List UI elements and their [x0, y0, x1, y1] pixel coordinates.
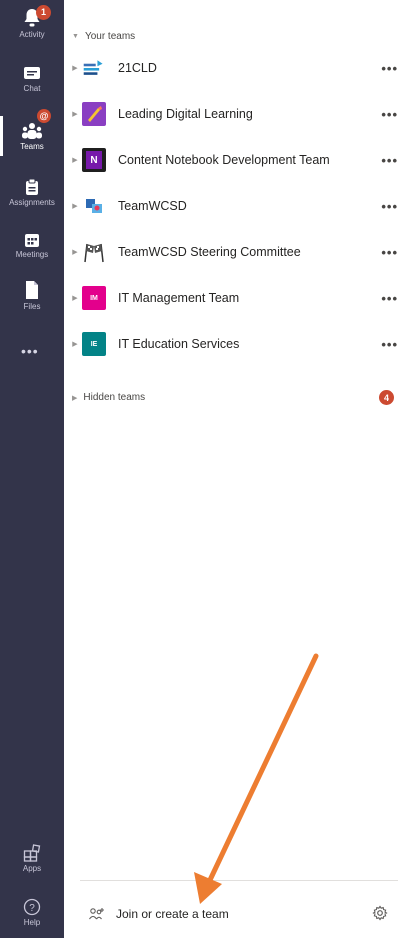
- team-row-leading-digital-learning[interactable]: ▶ Leading Digital Learning •••: [68, 97, 398, 131]
- team-row-teamwcsd[interactable]: ▶ TeamWCSD •••: [68, 189, 398, 223]
- team-row-teamwcsd-steering[interactable]: ▶ TeamWCSD Steering Committee •••: [68, 235, 398, 269]
- onenote-icon: N: [82, 148, 106, 172]
- rail-label: Activity: [19, 30, 45, 39]
- rail-item-files[interactable]: Files: [0, 280, 64, 312]
- chevron-right-icon: ▶: [72, 203, 78, 210]
- teams-footer: Join or create a team: [80, 880, 398, 939]
- file-icon: [26, 281, 38, 299]
- rail-label: Assignments: [9, 198, 55, 207]
- notification-badge: 1: [36, 5, 51, 20]
- team-logo-icon: [82, 56, 106, 80]
- calendar-icon: [25, 234, 39, 247]
- rail-item-activity[interactable]: Activity 1: [0, 5, 64, 40]
- more-options-button[interactable]: •••: [372, 199, 398, 214]
- chevron-right-icon: ▶: [72, 65, 78, 72]
- more-options-button[interactable]: •••: [372, 107, 398, 122]
- rail-item-chat[interactable]: Chat: [0, 66, 64, 94]
- team-name: IT Management Team: [118, 291, 240, 305]
- team-row-content-notebook[interactable]: ▶ N Content Notebook Development Team ••…: [68, 143, 398, 177]
- mention-badge: @: [37, 109, 51, 123]
- svg-text:?: ?: [29, 903, 35, 914]
- team-name: 21CLD: [118, 61, 157, 75]
- assignments-icon: [26, 178, 38, 195]
- rail-item-meetings[interactable]: Meetings: [0, 232, 64, 260]
- join-or-create-team-button[interactable]: Join or create a team: [88, 907, 229, 921]
- hidden-teams-count-badge: 4: [379, 390, 394, 405]
- chevron-right-icon: ▶: [72, 341, 78, 348]
- chevron-right-icon: ▶: [72, 394, 78, 402]
- team-name: IT Education Services: [118, 337, 240, 351]
- more-options-button[interactable]: •••: [372, 61, 398, 76]
- rail-item-help[interactable]: ? Help: [0, 898, 64, 928]
- team-avatar: IE: [82, 332, 106, 356]
- team-row-it-education[interactable]: ▶ IE IT Education Services •••: [68, 327, 398, 361]
- rail-item-apps[interactable]: Apps: [0, 844, 64, 874]
- team-logo-icon: [82, 102, 106, 126]
- rail-item-teams[interactable]: Teams @: [0, 109, 64, 156]
- hidden-teams-header[interactable]: ▶ Hidden teams: [72, 392, 145, 403]
- onenote-letter: N: [86, 151, 102, 169]
- more-apps-button[interactable]: •••: [21, 343, 39, 359]
- apps-icon: [23, 844, 41, 862]
- gear-icon[interactable]: [372, 905, 388, 921]
- section-title: Hidden teams: [83, 392, 146, 403]
- chevron-right-icon: ▶: [72, 249, 78, 256]
- rail-item-assignments[interactable]: Assignments: [0, 178, 64, 208]
- help-icon: ?: [23, 898, 41, 916]
- chat-icon: [24, 67, 40, 79]
- more-options-button[interactable]: •••: [372, 245, 398, 260]
- more-options-button[interactable]: •••: [372, 153, 398, 168]
- more-options-button[interactable]: •••: [372, 291, 398, 306]
- rail-label: Teams: [20, 142, 44, 151]
- chevron-right-icon: ▶: [72, 295, 78, 302]
- team-name: Leading Digital Learning: [118, 107, 253, 121]
- chevron-down-icon: ▼: [72, 33, 79, 40]
- rail-label: Apps: [22, 864, 42, 873]
- team-name: Content Notebook Development Team: [118, 153, 330, 167]
- team-avatar: IM: [82, 286, 106, 310]
- rail-label: Help: [23, 918, 41, 927]
- rail-label: Meetings: [15, 250, 49, 259]
- add-team-icon: [89, 908, 104, 920]
- your-teams-header[interactable]: ▼ Your teams: [72, 31, 135, 42]
- team-row-21cld[interactable]: ▶ 21CLD •••: [68, 51, 398, 85]
- rail-label: Chat: [23, 84, 41, 93]
- chevron-right-icon: ▶: [72, 157, 78, 164]
- checkered-flags-icon: [82, 240, 106, 264]
- rail-label: Files: [23, 302, 41, 311]
- section-title: Your teams: [84, 31, 136, 42]
- team-row-it-management[interactable]: ▶ IM IT Management Team •••: [68, 281, 398, 315]
- more-options-button[interactable]: •••: [372, 337, 398, 352]
- chevron-right-icon: ▶: [72, 111, 78, 118]
- teams-icon: [22, 123, 42, 139]
- app-rail: Activity 1 Chat Teams @ Assignments Meet…: [0, 0, 64, 938]
- team-name: TeamWCSD: [118, 199, 187, 213]
- join-label: Join or create a team: [116, 907, 229, 921]
- team-logo-icon: [82, 194, 106, 218]
- team-name: TeamWCSD Steering Committee: [118, 245, 301, 259]
